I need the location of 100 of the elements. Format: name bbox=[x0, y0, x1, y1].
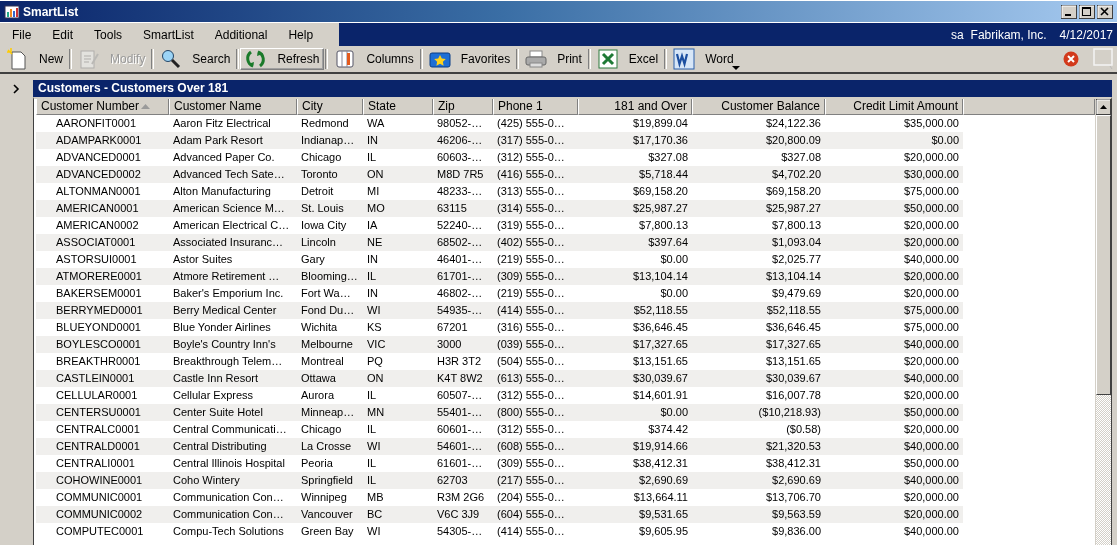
table-cell-text: 67201 bbox=[436, 320, 469, 335]
table-cell: K4T 8W2 bbox=[433, 370, 493, 387]
table-cell-text: IL bbox=[366, 150, 378, 165]
table-cell-text: $75,000.00 bbox=[902, 320, 960, 335]
table-cell-text: Breakthrough Telem… bbox=[172, 354, 284, 369]
close-icon[interactable] bbox=[1063, 51, 1079, 67]
table-cell: Communication Con… bbox=[169, 506, 297, 523]
search-icon bbox=[160, 48, 183, 70]
table-cell: VIC bbox=[363, 336, 433, 353]
table-cell-text: $7,800.13 bbox=[638, 218, 689, 233]
scroll-thumb[interactable] bbox=[1096, 115, 1111, 395]
table-cell-text: $9,479.69 bbox=[771, 286, 822, 301]
table-cell-text: $20,000.00 bbox=[902, 150, 960, 165]
table-cell: Toronto bbox=[297, 166, 363, 183]
table-cell-text: $40,000.00 bbox=[902, 252, 960, 267]
minimize-button[interactable] bbox=[1061, 4, 1077, 19]
company-name: Fabrikam, Inc. bbox=[970, 27, 1047, 42]
table-cell-text: $13,706.70 bbox=[764, 490, 822, 505]
search-button[interactable]: Search bbox=[155, 48, 236, 70]
table-cell: $30,039.67 bbox=[692, 370, 825, 387]
table-cell-text: Blue Yonder Airlines bbox=[172, 320, 272, 335]
menu-item[interactable]: Edit bbox=[45, 25, 81, 44]
table-cell-text: Green Bay bbox=[300, 524, 355, 539]
table-cell-text: COMPUTEC0001 bbox=[55, 524, 145, 539]
column-header[interactable]: Credit Limit Amount bbox=[825, 99, 963, 115]
table-cell-text: $0.00 bbox=[659, 252, 689, 267]
column-header[interactable]: Customer Balance bbox=[692, 99, 825, 115]
table-cell: IL bbox=[363, 268, 433, 285]
table-cell-text: WI bbox=[366, 524, 382, 539]
session-date: 4/12/2017 bbox=[1059, 27, 1113, 42]
table-cell-text: $20,000.00 bbox=[902, 218, 960, 233]
table-cell: Coho Wintery bbox=[169, 472, 297, 489]
table-cell-text: Advanced Paper Co. bbox=[172, 150, 276, 165]
table-cell-text: $20,000.00 bbox=[902, 422, 960, 437]
table-cell: $40,000.00 bbox=[825, 438, 963, 455]
table-cell: $13,104.14 bbox=[692, 268, 825, 285]
column-header[interactable]: Phone 1 bbox=[493, 99, 578, 115]
table-cell: ATMORERE0001 bbox=[36, 268, 169, 285]
table-cell-text: 54305-… bbox=[436, 524, 484, 539]
table-cell: ON bbox=[363, 166, 433, 183]
table-cell: (613) 555-0… bbox=[493, 370, 578, 387]
table-cell-text: (312) 555-0… bbox=[496, 422, 566, 437]
table-cell: $30,000.00 bbox=[825, 166, 963, 183]
table-cell: (039) 555-0… bbox=[493, 336, 578, 353]
favorites-button[interactable]: Favorites bbox=[423, 48, 516, 70]
menu-item[interactable]: SmartList bbox=[136, 25, 201, 44]
table-cell-text: R3M 2G6 bbox=[436, 490, 486, 505]
table-cell: WI bbox=[363, 438, 433, 455]
print-button[interactable]: Print bbox=[520, 48, 587, 70]
table-cell-text: 98052-… bbox=[436, 116, 484, 131]
column-header[interactable]: 181 and Over bbox=[578, 99, 692, 115]
column-header[interactable]: Customer Name bbox=[169, 99, 297, 115]
maximize-button[interactable] bbox=[1079, 4, 1095, 19]
menu-item[interactable]: Help bbox=[281, 25, 321, 44]
new-button[interactable]: New bbox=[2, 48, 68, 70]
table-cell-text: $9,605.95 bbox=[638, 524, 689, 539]
table-cell-text: (219) 555-0… bbox=[496, 252, 566, 267]
table-cell-text: (425) 555-0… bbox=[496, 116, 566, 131]
columns-icon bbox=[334, 48, 357, 70]
table-cell: BC bbox=[363, 506, 433, 523]
menu-item[interactable]: Additional bbox=[207, 25, 275, 44]
table-cell-text: $327.08 bbox=[780, 150, 822, 165]
menu-item[interactable]: File bbox=[5, 25, 39, 44]
table-cell: Central Distributing bbox=[169, 438, 297, 455]
table-cell: (604) 555-0… bbox=[493, 506, 578, 523]
table-cell: 3000 bbox=[433, 336, 493, 353]
table-cell-text: Detroit bbox=[300, 184, 335, 199]
column-header[interactable]: Customer Number bbox=[36, 99, 169, 115]
word-button[interactable]: Word bbox=[668, 48, 739, 70]
table-cell-text: BLUEYOND0001 bbox=[55, 320, 142, 335]
table-cell: 62703 bbox=[433, 472, 493, 489]
table-cell: $50,000.00 bbox=[825, 200, 963, 217]
table-cell-text: IN bbox=[366, 252, 379, 267]
table-cell-text: ALTONMAN0001 bbox=[55, 184, 142, 199]
table-cell: (314) 555-0… bbox=[493, 200, 578, 217]
table-cell: $397.64 bbox=[578, 234, 692, 251]
table-cell-text: (312) 555-0… bbox=[496, 388, 566, 403]
menu-item[interactable]: Tools bbox=[87, 25, 130, 44]
excel-button[interactable]: Excel bbox=[591, 48, 664, 70]
table-cell-text: ($0.58) bbox=[785, 422, 822, 437]
refresh-button[interactable]: Refresh bbox=[240, 48, 325, 70]
table-cell: $40,000.00 bbox=[825, 370, 963, 387]
column-header[interactable]: Zip bbox=[433, 99, 493, 115]
notepad-icon bbox=[78, 48, 100, 70]
table-cell-text: (309) 555-0… bbox=[496, 456, 566, 471]
table-cell-text: Baker's Emporium Inc. bbox=[172, 286, 285, 301]
column-header[interactable]: State bbox=[363, 99, 433, 115]
table-cell: $2,690.69 bbox=[692, 472, 825, 489]
table-cell-text: COMMUNIC0001 bbox=[55, 490, 144, 505]
table-cell: Associated Insuranc… bbox=[169, 234, 297, 251]
table-cell: CENTERSU0001 bbox=[36, 404, 169, 421]
column-header[interactable]: City bbox=[297, 99, 363, 115]
close-button[interactable] bbox=[1097, 4, 1113, 19]
columns-button[interactable]: Columns bbox=[329, 48, 419, 70]
table-cell: Adam Park Resort bbox=[169, 132, 297, 149]
table-cell: 54935-… bbox=[433, 302, 493, 319]
table-cell-text: 46802-… bbox=[436, 286, 484, 301]
refresh-icon bbox=[245, 48, 268, 70]
table-cell-text: $14,601.91 bbox=[631, 388, 689, 403]
table-cell-text: Montreal bbox=[300, 354, 345, 369]
